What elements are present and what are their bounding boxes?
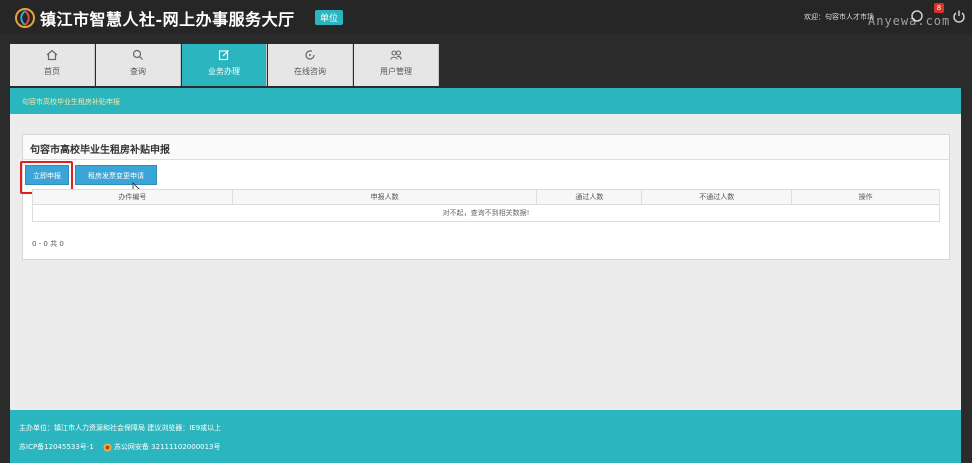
search-icon	[132, 49, 143, 60]
column-header: 操作	[791, 189, 940, 205]
column-header[interactable]: 通过人数	[536, 189, 643, 205]
footer: 主办单位：镇江市人力资源和社会保障局 建议浏览器：IE9或以上 苏ICP备120…	[10, 410, 961, 463]
tab-label: 业务办理	[208, 67, 240, 76]
column-header[interactable]: 申报人数	[231, 189, 538, 205]
tab-consult[interactable]: 在线咨询	[268, 44, 353, 86]
pagination-info: 0 - 0 共 0	[32, 240, 64, 248]
icp-link[interactable]: 苏ICP备12045533号-1	[19, 443, 94, 451]
tab-home[interactable]: 首页	[10, 44, 95, 86]
welcome-text: 欢迎：句容市人才市场	[804, 13, 874, 21]
home-icon	[46, 49, 58, 61]
app-title: 镇江市智慧人社-网上办事服务大厅	[40, 10, 295, 29]
police-badge-icon	[103, 443, 112, 451]
breadcrumb[interactable]: 句容市高校毕业生租房补贴申报	[22, 97, 120, 107]
declaration-table: 办件编号 申报人数 通过人数 不通过人数 操作 对不起，查询不到相关数据!	[32, 189, 940, 222]
breadcrumb-bar: 句容市高校毕业生租房补贴申报	[10, 88, 961, 114]
tab-business[interactable]: 业务办理	[182, 44, 267, 86]
tab-query[interactable]: 查询	[96, 44, 181, 86]
tab-label: 用户管理	[380, 67, 412, 76]
chat-icon	[305, 50, 315, 60]
empty-message: 对不起，查询不到相关数据!	[32, 204, 940, 222]
panel-title: 句容市高校毕业生租房补贴申报	[30, 145, 170, 156]
top-bar: 镇江市智慧人社-网上办事服务大厅 单位 欢迎：句容市人才市场 8 Anyewa.…	[0, 0, 972, 34]
tab-label: 查询	[130, 67, 146, 76]
declaration-panel: 句容市高校毕业生租房补贴申报 立即申报 租房发票变更申请 办件编号 申报人数 通…	[20, 134, 950, 260]
notification-badge: 8	[934, 3, 944, 13]
logo-icon	[15, 8, 35, 28]
panel-header: 句容市高校毕业生租房补贴申报	[23, 135, 949, 160]
table-header-row: 办件编号 申报人数 通过人数 不通过人数 操作	[32, 189, 940, 205]
users-icon	[390, 50, 402, 60]
tab-label: 在线咨询	[294, 67, 326, 76]
tab-label: 首页	[44, 67, 60, 76]
main-content: 句容市高校毕业生租房补贴申报 立即申报 租房发票变更申请 办件编号 申报人数 通…	[10, 114, 961, 410]
edit-icon	[218, 50, 229, 61]
tab-user-management[interactable]: 用户管理	[354, 44, 439, 86]
watermark: Anyewa.com	[868, 14, 951, 28]
table-row: 对不起，查询不到相关数据!	[32, 204, 940, 222]
police-record-link[interactable]: 苏公网安备 32111102000013号	[114, 443, 221, 451]
column-header[interactable]: 办件编号	[32, 189, 233, 205]
unit-badge: 单位	[315, 10, 344, 25]
power-icon[interactable]	[952, 9, 966, 23]
footer-sponsor: 主办单位：镇江市人力资源和社会保障局 建议浏览器：IE9或以上	[19, 424, 222, 432]
footer-registration: 苏ICP备12045533号-1 苏公网安备 32111102000013号	[19, 442, 221, 452]
column-header[interactable]: 不通过人数	[641, 189, 793, 205]
invoice-change-button[interactable]: 租房发票变更申请	[75, 165, 157, 185]
